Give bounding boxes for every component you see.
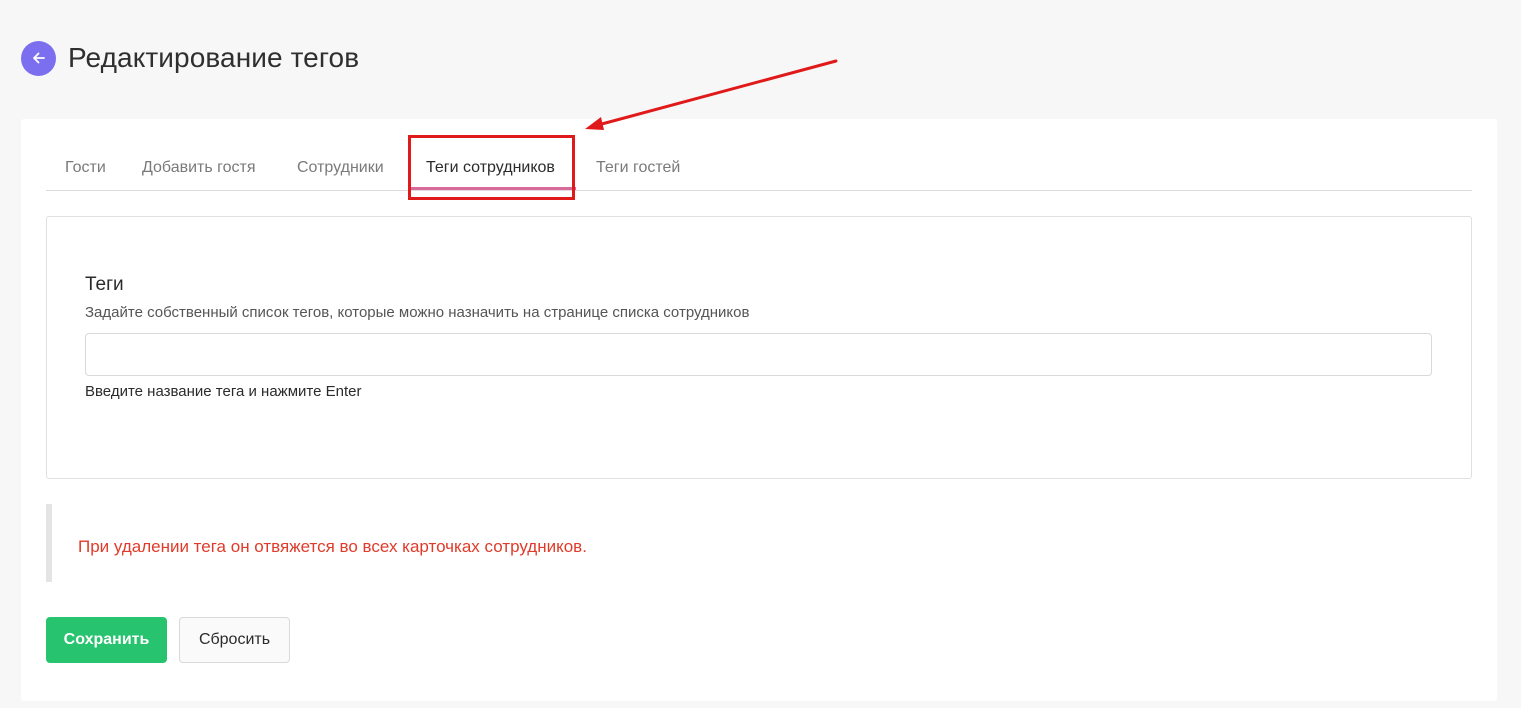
tab-bar: Гости Добавить гостя Сотрудники Теги сот…	[46, 119, 1472, 191]
back-button[interactable]	[21, 40, 56, 76]
tag-input[interactable]	[85, 333, 1432, 376]
tab-employees[interactable]: Сотрудники	[297, 159, 384, 177]
warning-text: При удалении тега он отвяжется во всех к…	[78, 537, 587, 556]
tab-add-guest[interactable]: Добавить гостя	[142, 159, 256, 177]
content-card: Гости Добавить гостя Сотрудники Теги сот…	[21, 119, 1497, 701]
page-title: Редактирование тегов	[68, 42, 360, 73]
tags-field-description: Задайте собственный список тегов, которы…	[85, 304, 750, 321]
arrow-left-icon	[32, 52, 45, 64]
annotation-highlight-box	[408, 135, 575, 200]
tab-guests[interactable]: Гости	[65, 159, 106, 177]
page-header: Редактирование тегов	[21, 40, 359, 76]
warning-callout: При удалении тега он отвяжется во всех к…	[46, 504, 1476, 582]
tags-form-panel: Теги Задайте собственный список тегов, к…	[46, 216, 1472, 479]
save-button[interactable]: Сохранить	[46, 617, 167, 663]
tags-field-hint: Введите название тега и нажмите Enter	[85, 383, 362, 400]
reset-button[interactable]: Сбросить	[179, 617, 290, 663]
tags-field-title: Теги	[85, 274, 124, 295]
tab-guest-tags[interactable]: Теги гостей	[596, 159, 680, 177]
